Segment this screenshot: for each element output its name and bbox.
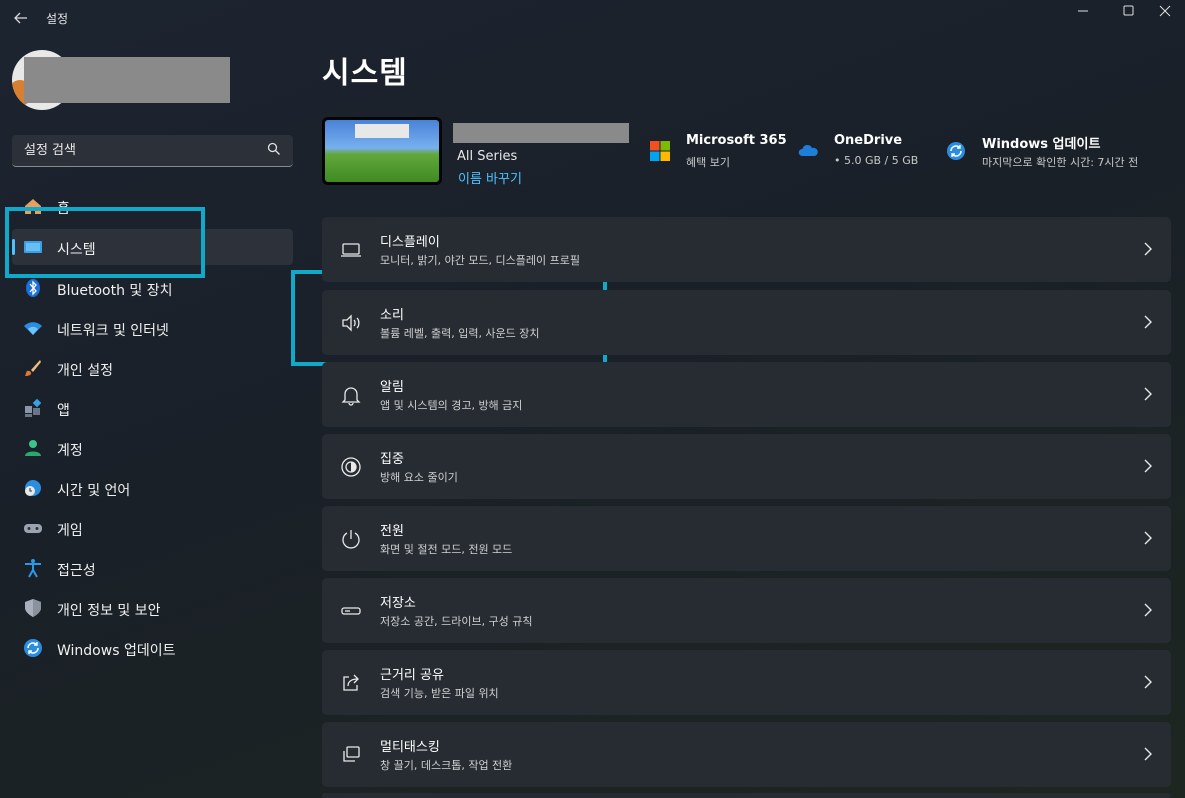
account-name-redacted: [24, 57, 230, 103]
service-title: OneDrive: [834, 133, 903, 148]
accessibility-icon: [25, 559, 41, 578]
update-icon: [24, 639, 42, 657]
storage-icon: [341, 607, 361, 615]
highlight-box-system: [5, 207, 205, 278]
settings-card-power[interactable]: 전원 화면 및 절전 모드, 전원 모드: [322, 506, 1171, 571]
service-title: Windows 업데이트: [982, 137, 1101, 152]
settings-card-focus[interactable]: 집중 방해 요소 줄이기: [322, 434, 1171, 499]
share-icon: [343, 674, 359, 691]
sidebar-item-label: Bluetooth 및 장치: [57, 283, 173, 299]
settings-card-storage[interactable]: 저장소 저장소 공간, 드라이브, 구성 규칙: [322, 578, 1171, 643]
sidebar-item-time-language[interactable]: 시간 및 언어: [12, 470, 293, 506]
settings-card-partial: [322, 793, 1171, 798]
minimize-icon: [1078, 10, 1088, 12]
speaker-icon: [342, 314, 360, 332]
sidebar-item-label: 접근성: [57, 563, 96, 579]
service-subtitle: • 5.0 GB / 5 GB: [834, 154, 919, 167]
card-title: 집중: [380, 452, 404, 467]
card-subtitle: 검색 기능, 받은 파일 위치: [380, 687, 499, 700]
display-icon: [341, 243, 361, 257]
sidebar-item-apps[interactable]: 앱: [12, 390, 293, 426]
arrow-left-icon: [14, 12, 27, 24]
card-title: 전원: [380, 524, 404, 539]
focus-icon: [341, 457, 361, 477]
sidebar-item-label: 게임: [57, 523, 83, 539]
title-bar: 설정: [0, 0, 1185, 36]
settings-card-sound[interactable]: 소리 볼륨 레벨, 출력, 입력, 사운드 장치: [322, 290, 1171, 355]
sidebar-item-label: Windows 업데이트: [57, 643, 176, 659]
card-subtitle: 저장소 공간, 드라이브, 구성 규칙: [380, 615, 533, 628]
settings-card-display[interactable]: 디스플레이 모니터, 밝기, 야간 모드, 디스플레이 프로필: [322, 217, 1171, 282]
sidebar-item-label: 계정: [57, 443, 83, 459]
sidebar-item-network[interactable]: 네트워크 및 인터넷: [12, 310, 293, 346]
account-icon: [25, 440, 41, 456]
sidebar-item-accounts[interactable]: 계정: [12, 430, 293, 466]
rename-link[interactable]: 이름 바꾸기: [458, 168, 522, 187]
search-box[interactable]: [12, 135, 293, 167]
sidebar-item-accessibility[interactable]: 접근성: [12, 550, 293, 586]
chevron-right-icon: [1144, 603, 1152, 617]
page-title: 시스템: [322, 56, 408, 91]
multitask-icon: [343, 746, 360, 762]
wifi-icon: [24, 322, 42, 335]
device-model: All Series: [457, 149, 518, 164]
sidebar-item-privacy[interactable]: 개인 정보 및 보안: [12, 590, 293, 626]
gamepad-icon: [24, 524, 42, 533]
globe-clock-icon: [25, 480, 41, 496]
search-icon: [267, 142, 280, 155]
service-title: Microsoft 365: [686, 133, 787, 148]
card-title: 알림: [380, 380, 404, 395]
settings-card-multitasking[interactable]: 멀티태스킹 창 끌기, 데스크톱, 작업 전환: [322, 722, 1171, 787]
update-icon: [947, 142, 965, 160]
search-input[interactable]: [24, 143, 254, 158]
chevron-right-icon: [1144, 675, 1152, 689]
minimize-button[interactable]: [1060, 0, 1106, 30]
device-name-redacted: [453, 123, 629, 143]
sidebar-item-personalization[interactable]: 개인 설정: [12, 350, 293, 386]
microsoft-logo-icon: [650, 141, 670, 161]
brush-icon: [25, 360, 41, 376]
apps-icon: [25, 398, 42, 417]
card-title: 저장소: [380, 596, 416, 611]
sidebar-item-gaming[interactable]: 게임: [12, 510, 293, 546]
chevron-right-icon: [1144, 747, 1152, 761]
sidebar-item-label: 개인 정보 및 보안: [57, 603, 161, 619]
sidebar-item-label: 앱: [57, 403, 70, 419]
sidebar-item-label: 개인 설정: [57, 363, 113, 379]
chevron-right-icon: [1144, 242, 1152, 256]
card-subtitle: 볼륨 레벨, 출력, 입력, 사운드 장치: [380, 327, 540, 340]
card-title: 근거리 공유: [380, 668, 444, 683]
chevron-right-icon: [1144, 531, 1152, 545]
sidebar-item-label: 네트워크 및 인터넷: [57, 323, 169, 339]
card-title: 멀티태스킹: [380, 740, 440, 755]
bell-icon: [341, 387, 361, 406]
card-subtitle: 창 끌기, 데스크톱, 작업 전환: [380, 759, 513, 772]
card-title: 디스플레이: [380, 235, 440, 250]
sidebar-item-label: 시간 및 언어: [57, 483, 131, 499]
card-subtitle: 화면 및 절전 모드, 전원 모드: [380, 543, 513, 556]
card-title: 소리: [380, 308, 404, 323]
onedrive-cloud-icon: [798, 144, 818, 156]
card-subtitle: 방해 요소 줄이기: [380, 471, 458, 484]
shield-icon: [25, 599, 41, 617]
back-button[interactable]: [10, 8, 32, 28]
card-subtitle: 앱 및 시스템의 경고, 방해 금지: [380, 399, 523, 412]
close-icon: [1159, 5, 1171, 17]
chevron-right-icon: [1144, 459, 1152, 473]
device-thumbnail: [322, 117, 442, 185]
chevron-right-icon: [1144, 315, 1152, 329]
app-title: 설정: [46, 12, 69, 26]
bluetooth-icon: [26, 279, 40, 297]
chevron-right-icon: [1144, 387, 1152, 401]
power-icon: [342, 530, 360, 549]
settings-card-nearby-sharing[interactable]: 근거리 공유 검색 기능, 받은 파일 위치: [322, 650, 1171, 715]
sidebar-item-windows-update[interactable]: Windows 업데이트: [12, 630, 293, 666]
close-button[interactable]: [1145, 0, 1185, 30]
service-subtitle: 혜택 보기: [686, 156, 730, 169]
card-subtitle: 모니터, 밝기, 야간 모드, 디스플레이 프로필: [380, 254, 581, 267]
service-subtitle: 마지막으로 확인한 시간: 7시간 전: [982, 156, 1139, 169]
settings-card-notifications[interactable]: 알림 앱 및 시스템의 경고, 방해 금지: [322, 362, 1171, 427]
